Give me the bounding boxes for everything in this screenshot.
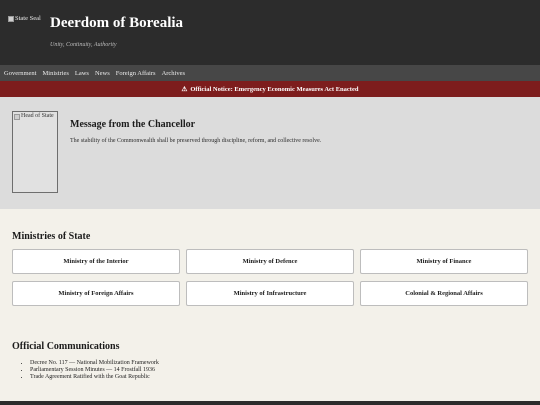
official-notice-text: Official Notice: Emergency Economic Meas… xyxy=(190,85,359,93)
broken-image-icon xyxy=(14,114,20,120)
official-notice-banner[interactable]: ⚠ Official Notice: Emergency Economic Me… xyxy=(0,81,540,97)
state-seal-alt-text: State Seal xyxy=(15,15,41,22)
broken-image-icon xyxy=(8,16,14,22)
nav-item-foreign-affairs[interactable]: Foreign Affairs xyxy=(116,70,156,77)
nav-item-news[interactable]: News xyxy=(95,70,110,77)
main-nav: Government Ministries Laws News Foreign … xyxy=(0,65,540,81)
message-body: The stability of the Commonwealth shall … xyxy=(70,138,322,144)
site-header: State Seal Deerdom of Borealia Unity, Co… xyxy=(0,0,540,65)
portrait-alt-text: Head of State xyxy=(21,113,54,119)
ministry-card-colonial-regional[interactable]: Colonial & Regional Affairs xyxy=(360,281,528,306)
site-motto: Unity, Continuity, Authority xyxy=(50,42,117,48)
nav-item-archives[interactable]: Archives xyxy=(162,70,185,77)
state-seal-image: State Seal xyxy=(8,15,41,22)
ministry-card-infrastructure[interactable]: Ministry of Infrastructure xyxy=(186,281,354,306)
communications-list: Decree No. 117 — National Mobilization F… xyxy=(30,360,159,381)
chancellor-message-section: Head of State Message from the Chancello… xyxy=(0,97,540,209)
head-of-state-portrait: Head of State xyxy=(12,111,58,193)
communications-heading: Official Communications xyxy=(12,341,120,352)
communication-item[interactable]: Parliamentary Session Minutes — 14 Frost… xyxy=(30,367,159,374)
nav-item-government[interactable]: Government xyxy=(4,70,37,77)
ministry-card-foreign-affairs[interactable]: Ministry of Foreign Affairs xyxy=(12,281,180,306)
message-title: Message from the Chancellor xyxy=(70,119,196,130)
ministry-card-finance[interactable]: Ministry of Finance xyxy=(360,249,528,274)
nav-item-laws[interactable]: Laws xyxy=(75,70,89,77)
nav-item-ministries[interactable]: Ministries xyxy=(43,70,69,77)
ministry-card-interior[interactable]: Ministry of the Interior xyxy=(12,249,180,274)
warning-icon: ⚠ xyxy=(181,86,188,93)
communication-item[interactable]: Trade Agreement Ratified with the Goat R… xyxy=(30,374,159,381)
ministries-heading: Ministries of State xyxy=(12,231,91,242)
ministry-card-defence[interactable]: Ministry of Defence xyxy=(186,249,354,274)
footer-bar xyxy=(0,401,540,405)
site-title: Deerdom of Borealia xyxy=(50,15,184,31)
communication-item[interactable]: Decree No. 117 — National Mobilization F… xyxy=(30,360,159,367)
